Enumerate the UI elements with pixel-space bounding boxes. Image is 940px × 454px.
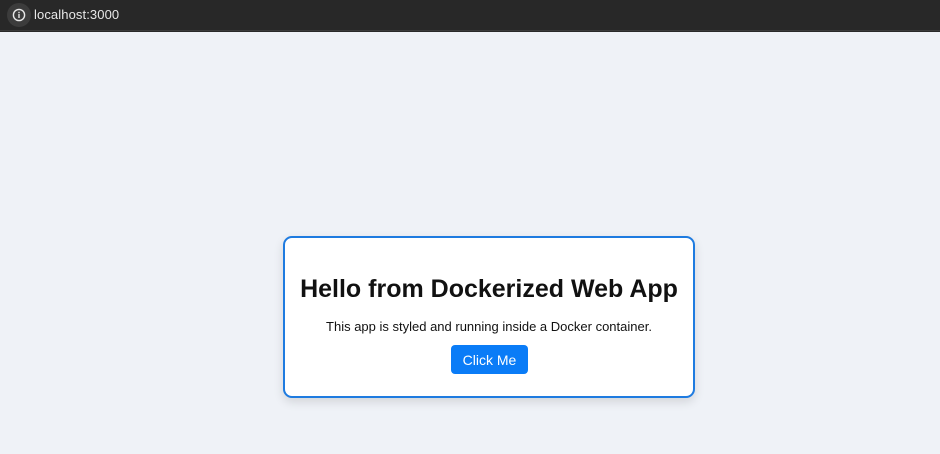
address-bar-field[interactable]: localhost:3000 [0,0,940,30]
info-icon-glyph [12,8,26,22]
browser-address-bar: localhost:3000 [0,0,940,32]
card-title: Hello from Dockerized Web App [300,275,678,303]
welcome-card: Hello from Dockerized Web App This app i… [283,236,695,398]
click-me-button[interactable]: Click Me [451,345,528,374]
card-description: This app is styled and running inside a … [326,319,652,334]
info-icon[interactable] [7,3,31,27]
url-text[interactable]: localhost:3000 [34,7,119,22]
